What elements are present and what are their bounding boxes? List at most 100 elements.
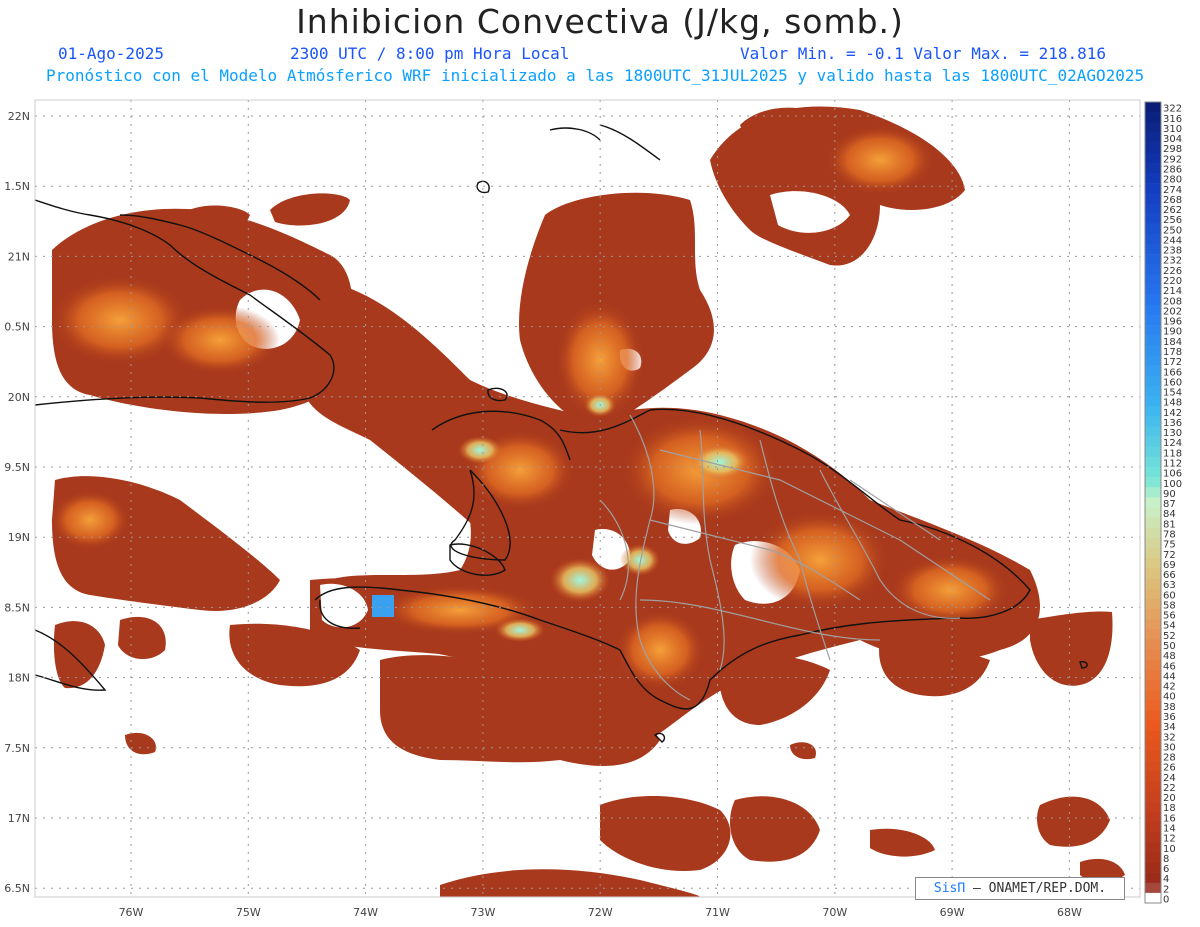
colorbar-swatch	[1145, 122, 1161, 133]
colorbar-swatch	[1145, 274, 1161, 285]
colorbar-swatch	[1145, 588, 1161, 600]
colorbar-swatch	[1145, 527, 1161, 539]
colorbar-swatch	[1145, 659, 1161, 671]
colorbar-swatch	[1145, 467, 1161, 478]
colorbar-swatch	[1145, 639, 1161, 650]
colorbar-swatch	[1145, 649, 1161, 660]
colorbar-swatch	[1145, 862, 1161, 873]
colorbar-swatch	[1145, 548, 1161, 559]
lat-label: 18N	[8, 672, 30, 685]
colorbar-swatch	[1145, 102, 1161, 113]
colorbar-swatch	[1145, 537, 1161, 549]
colorbar-swatch	[1145, 416, 1161, 427]
colorbar-swatch	[1145, 507, 1161, 519]
colorbar-swatch	[1145, 872, 1161, 884]
colorbar-swatch	[1145, 193, 1161, 204]
colorbar-swatch	[1145, 852, 1161, 863]
lat-label: 1.5N	[4, 180, 30, 193]
colorbar-swatch	[1145, 385, 1161, 397]
lat-label: 7.5N	[4, 742, 30, 755]
colorbar-swatch	[1145, 223, 1161, 235]
colorbar-swatch	[1145, 112, 1161, 123]
lon-label: 75W	[236, 906, 261, 919]
colorbar-swatch	[1145, 375, 1161, 387]
colorbar-swatch	[1145, 406, 1161, 417]
colorbar-swatch	[1145, 294, 1161, 306]
colorbar-swatch	[1145, 325, 1161, 336]
colorbar-swatch	[1145, 791, 1161, 802]
colorbar-swatch	[1145, 730, 1161, 742]
colorbar-swatch	[1145, 578, 1161, 589]
colorbar-swatch	[1145, 517, 1161, 529]
colorbar-swatch	[1145, 426, 1161, 437]
lon-label: 73W	[470, 906, 495, 919]
colorbar-swatch	[1145, 456, 1161, 468]
colorbar-swatch	[1145, 254, 1161, 265]
colorbar-swatch	[1145, 771, 1161, 782]
colorbar-swatch	[1145, 608, 1161, 620]
colorbar-swatch	[1145, 892, 1161, 904]
forecast-map: 22N 1.5N 21N 0.5N 20N 9.5N 19N 8.5N 18N 7.5N 17N 6.…	[4, 99, 1182, 919]
colorbar-swatch	[1145, 700, 1161, 711]
colorbar-swatch	[1145, 284, 1161, 295]
lon-label: 72W	[588, 906, 613, 919]
colorbar-swatch	[1145, 750, 1161, 762]
colorbar-swatch	[1145, 690, 1161, 701]
colorbar-swatch	[1145, 761, 1161, 772]
colorbar-swatch	[1145, 264, 1161, 275]
colorbar-swatch	[1145, 801, 1161, 813]
cin-peak-patch	[372, 595, 394, 617]
colorbar-swatch	[1145, 365, 1161, 377]
colorbar-swatch	[1145, 213, 1161, 224]
colorbar-swatch	[1145, 436, 1161, 448]
colorbar-swatch	[1145, 132, 1161, 143]
colorbar-swatch	[1145, 740, 1161, 752]
colorbar-swatch	[1145, 720, 1161, 731]
lat-label: 17N	[8, 812, 30, 825]
lat-label: 20N	[8, 391, 30, 404]
colorbar-swatch	[1145, 152, 1161, 164]
lon-label: 74W	[353, 906, 378, 919]
colorbar-swatch	[1145, 568, 1161, 579]
colorbar-swatch	[1145, 882, 1161, 894]
colorbar-swatch	[1145, 669, 1161, 681]
lat-label: 9.5N	[4, 461, 30, 474]
colorbar-swatch	[1145, 446, 1161, 458]
colorbar-label: 0	[1163, 895, 1169, 906]
colorbar-swatch	[1145, 629, 1161, 640]
colorbar-swatch	[1145, 243, 1161, 255]
colorbar-swatch	[1145, 497, 1161, 508]
colorbar-swatch	[1145, 477, 1161, 488]
colorbar-swatch	[1145, 710, 1161, 721]
colorbar-swatch	[1145, 598, 1161, 610]
colorbar-swatch	[1145, 142, 1161, 153]
lon-label: 69W	[940, 906, 965, 919]
colorbar-swatch	[1145, 842, 1161, 853]
colorbar-swatch	[1145, 679, 1161, 691]
lat-label: 19N	[8, 531, 30, 544]
colorbar-swatch	[1145, 619, 1161, 630]
colorbar-swatch	[1145, 162, 1161, 174]
colorbar-swatch	[1145, 396, 1161, 407]
colorbar-swatch	[1145, 335, 1161, 346]
colorbar-swatch	[1145, 781, 1161, 792]
colorbar-swatch	[1145, 821, 1161, 833]
lat-label: 8.5N	[4, 601, 30, 614]
lon-label: 71W	[705, 906, 730, 919]
lat-label: 21N	[8, 250, 30, 263]
colorbar-swatch	[1145, 487, 1161, 498]
lon-label: 76W	[119, 906, 144, 919]
lat-label: 6.5N	[4, 882, 30, 895]
longitude-labels: 76W 75W 74W 73W 72W 71W 70W 69W 68W	[119, 906, 1082, 919]
colorbar-swatch	[1145, 811, 1161, 823]
colorbar-swatch	[1145, 558, 1161, 569]
lat-label: 22N	[8, 110, 30, 123]
colorbar-swatch	[1145, 345, 1161, 356]
credit-text: – ONAMET/REP.DOM.	[973, 881, 1107, 896]
sis-logo: SisΠ	[933, 881, 966, 896]
colorbar-swatch	[1145, 183, 1161, 194]
lon-label: 70W	[822, 906, 847, 919]
colorbar-swatch	[1145, 355, 1161, 366]
credit-box: SisΠ – ONAMET/REP.DOM.	[915, 877, 1125, 900]
colorbar-swatch	[1145, 203, 1161, 214]
